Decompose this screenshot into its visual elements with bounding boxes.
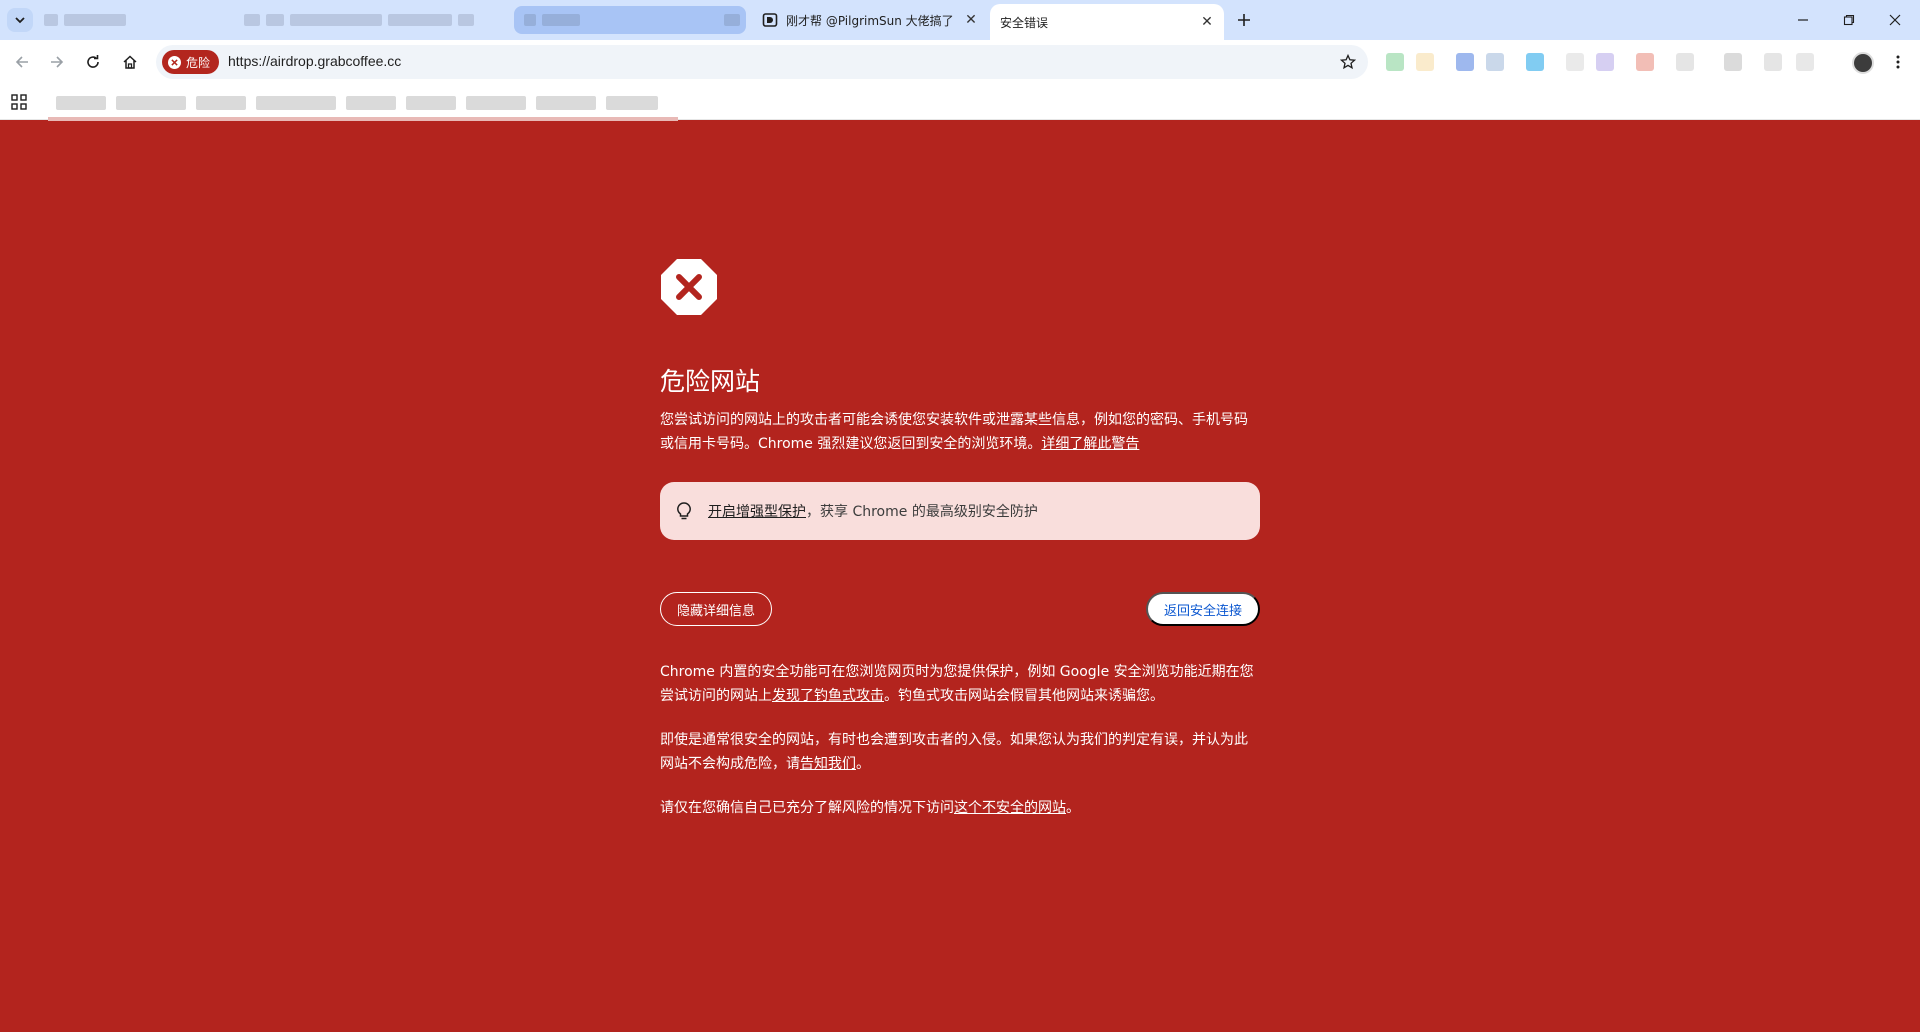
bookmark-item[interactable] (346, 96, 396, 110)
bookmark-star-button[interactable] (1336, 50, 1360, 74)
tab-blurred-highlight[interactable] (514, 6, 746, 34)
tab-blurred-1[interactable] (40, 6, 240, 34)
back-button[interactable] (8, 48, 36, 76)
bookmark-item[interactable] (606, 96, 658, 110)
tab-security-error[interactable]: 安全错误 ✕ (990, 4, 1224, 40)
star-icon (1340, 54, 1356, 70)
close-circle-icon (168, 55, 181, 69)
bookmark-item[interactable] (256, 96, 336, 110)
phishing-detected-link[interactable]: 发现了钓鱼式攻击 (772, 688, 884, 704)
extension-icon[interactable] (1636, 53, 1654, 71)
danger-label: 危险 (186, 55, 211, 70)
tab-title: 刚才帮 @PilgrimSun 大佬搞了 (786, 13, 954, 28)
details-paragraph-2: 即使是通常很安全的网站，有时也会遭到攻击者的入侵。如果您认为我们的判定有误，并认… (660, 732, 1248, 772)
reload-icon (87, 55, 99, 68)
tab-strip: 刚才帮 @PilgrimSun 大佬搞了 ✕ 安全错误 ✕ (0, 0, 1920, 40)
interstitial-content: 危险网站 您尝试访问的网站上的攻击者可能会诱使您安装软件或泄露某些信息，例如您的… (660, 258, 1260, 820)
forward-button[interactable] (43, 48, 71, 76)
restore-button[interactable] (1826, 4, 1872, 36)
close-icon[interactable]: ✕ (1198, 13, 1216, 31)
toolbar: 危险 https://airdrop.grabcoffee.cc (0, 40, 1920, 84)
details-section: Chrome 内置的安全功能可在您浏览网页时为您提供保护，例如 Google 安… (660, 660, 1260, 820)
apps-grid-icon[interactable] (10, 93, 28, 111)
learn-more-link[interactable]: 详细了解此警告 (1041, 436, 1139, 452)
extension-icon[interactable] (1386, 53, 1404, 71)
address-bar[interactable]: 危险 https://airdrop.grabcoffee.cc (156, 45, 1368, 79)
hide-details-button[interactable]: 隐藏详细信息 (660, 592, 773, 626)
bookmark-item[interactable] (56, 96, 106, 110)
extension-icon[interactable] (1486, 53, 1504, 71)
plus-icon (1238, 14, 1250, 26)
home-button[interactable] (116, 48, 144, 76)
tab-blurred-2[interactable] (244, 6, 510, 34)
restore-icon (1843, 14, 1855, 26)
danger-octagon-icon (661, 259, 717, 315)
tab-pilgrimsun[interactable]: 刚才帮 @PilgrimSun 大佬搞了 ✕ (752, 6, 988, 34)
extension-icon[interactable] (1724, 53, 1742, 71)
bookmarks-bar (0, 84, 1920, 121)
extension-icon[interactable] (1566, 53, 1584, 71)
more-vertical-icon (1896, 55, 1900, 69)
extension-icon[interactable] (1456, 53, 1474, 71)
enhanced-protection-promo: 开启增强型保护 ，获享 Chrome 的最高级别安全防护 (660, 482, 1260, 540)
close-icon[interactable]: ✕ (962, 11, 980, 29)
details-paragraph-3: 请仅在您确信自己已充分了解风险的情况下访问这个不安全的网站。 (660, 800, 1080, 816)
intro-paragraph: 您尝试访问的网站上的攻击者可能会诱使您安装软件或泄露某些信息，例如您的密码、手机… (660, 412, 1248, 452)
close-icon (1889, 14, 1901, 26)
details-paragraph-1: Chrome 内置的安全功能可在您浏览网页时为您提供保护，例如 Google 安… (660, 664, 1254, 704)
reload-button[interactable] (79, 48, 107, 76)
bookmark-item[interactable] (116, 96, 186, 110)
tab-search-button[interactable] (7, 8, 33, 32)
chevron-down-icon (15, 17, 25, 24)
profile-avatar[interactable] (1852, 52, 1874, 74)
page-title: 危险网站 (660, 367, 761, 396)
extension-icon[interactable] (1764, 53, 1782, 71)
bookmark-item[interactable] (466, 96, 526, 110)
menu-button[interactable] (1884, 48, 1912, 76)
minimize-icon (1798, 19, 1808, 21)
extension-icon[interactable] (1526, 53, 1544, 71)
lightbulb-icon (677, 502, 691, 520)
minimize-button[interactable] (1780, 4, 1826, 36)
report-link[interactable]: 告知我们 (800, 756, 856, 772)
tab-title: 安全错误 (1000, 15, 1049, 30)
url-text[interactable]: https://airdrop.grabcoffee.cc (228, 53, 401, 69)
extension-icon[interactable] (1596, 53, 1614, 71)
extension-icon[interactable] (1796, 53, 1814, 71)
arrow-left-icon (15, 56, 28, 68)
close-window-button[interactable] (1872, 4, 1918, 36)
back-to-safety-button[interactable]: 返回安全连接 (1145, 592, 1260, 626)
arrow-right-icon (51, 56, 64, 68)
proceed-unsafe-link[interactable]: 这个不安全的网站 (954, 800, 1066, 816)
danger-chip[interactable]: 危险 (162, 50, 220, 74)
home-icon (123, 55, 137, 69)
extension-icon[interactable] (1416, 53, 1434, 71)
bookmark-shadow (48, 117, 678, 121)
bookmark-item[interactable] (406, 96, 456, 110)
new-tab-button[interactable] (1232, 8, 1256, 32)
promo-text: ，获享 Chrome 的最高级别安全防护 (806, 504, 1038, 520)
enable-enhanced-protection-link[interactable]: 开启增强型保护 (708, 501, 806, 521)
button-row: 隐藏详细信息 返回安全连接 (660, 592, 1260, 626)
extension-icon[interactable] (1676, 53, 1694, 71)
document-favicon-icon (762, 13, 778, 27)
bookmark-item[interactable] (196, 96, 246, 110)
bookmark-item[interactable] (536, 96, 596, 110)
